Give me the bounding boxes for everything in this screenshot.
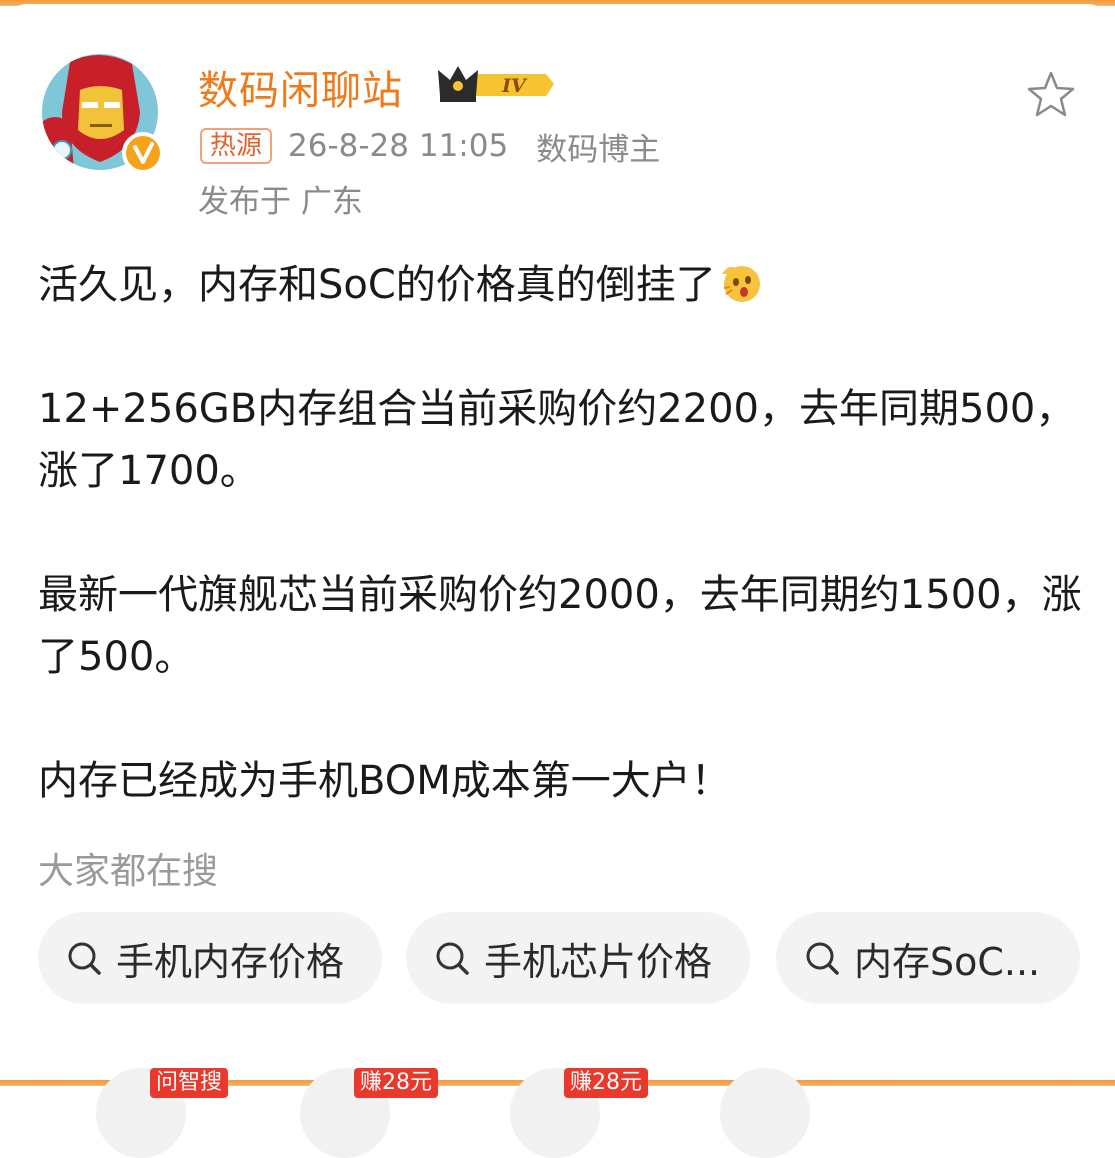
search-icon bbox=[68, 942, 101, 975]
source-tag: 热源 bbox=[200, 128, 273, 164]
level-text: IV bbox=[501, 75, 528, 97]
star-outline-icon bbox=[1027, 71, 1075, 117]
level-badge: IV bbox=[436, 62, 556, 106]
search-chip-label: 内存SoC... bbox=[854, 939, 1041, 984]
promo-tag[interactable]: 问智搜 bbox=[150, 1068, 229, 1098]
post-paragraph-3: 最新一代旗舰芯当前采购价约2000，去年同期约1500，涨了500。 bbox=[38, 572, 1082, 680]
author-name[interactable]: 数码闲聊站 bbox=[198, 58, 403, 116]
favorite-button[interactable] bbox=[1024, 68, 1078, 122]
promo-tag[interactable]: 赚28元 bbox=[564, 1068, 648, 1098]
location: 发布于 广东 bbox=[198, 184, 363, 220]
search-icon bbox=[806, 942, 839, 975]
promo-tag[interactable]: 赚28元 bbox=[354, 1068, 438, 1098]
search-chip[interactable]: 手机内存价格 bbox=[38, 912, 382, 1004]
bottom-app-icon[interactable] bbox=[720, 1068, 810, 1158]
shocked-face-emoji-icon bbox=[721, 266, 760, 302]
post-paragraph-2: 12+256GB内存组合当前采购价约2200，去年同期500，涨了1700。 bbox=[38, 386, 1076, 494]
post-paragraph-1-text: 活久见，内存和SoC的价格真的倒挂了 bbox=[38, 262, 716, 308]
timestamp: 26-8-28 11:05 bbox=[288, 128, 509, 164]
post-meta: 热源 26-8-28 11:05 数码博主 bbox=[200, 126, 661, 168]
crown-icon: IV bbox=[438, 66, 554, 102]
post-paragraph-4: 内存已经成为手机BOM成本第一大户！ bbox=[38, 758, 731, 804]
search-chip-label: 手机芯片价格 bbox=[484, 939, 713, 984]
verified-v-icon bbox=[122, 132, 164, 174]
search-icon bbox=[436, 942, 469, 975]
author-role: 数码博主 bbox=[536, 131, 661, 168]
search-chip[interactable]: 手机芯片价格 bbox=[406, 912, 750, 1004]
bottom-action-row: 问智搜 赚28元 赚28元 bbox=[0, 1062, 1115, 1158]
post-paragraph-1: 活久见，内存和SoC的价格真的倒挂了 bbox=[38, 254, 1083, 316]
post-card: 数码闲聊站 IV 热源 26-8-28 11:05 数码博主 发布于 广东 活久… bbox=[0, 4, 1115, 1158]
search-chip-label: 手机内存价格 bbox=[116, 939, 345, 984]
search-heading: 大家都在搜 bbox=[38, 851, 219, 892]
search-chip[interactable]: 内存SoC... bbox=[776, 912, 1080, 1004]
